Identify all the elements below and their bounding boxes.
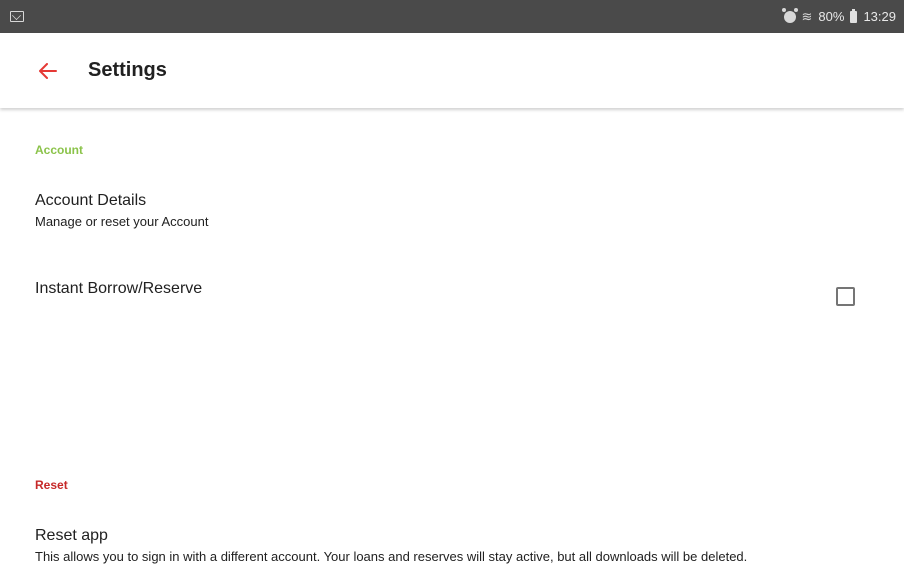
mail-icon: [10, 11, 24, 22]
content-gap: [0, 312, 904, 462]
wifi-icon: ≋: [801, 8, 813, 24]
reset-app-item[interactable]: Reset app This allows you to sign in wit…: [35, 527, 884, 565]
instant-borrow-checkbox[interactable]: [836, 287, 855, 306]
instant-borrow-title: Instant Borrow/Reserve: [35, 280, 203, 297]
status-bar: ≋ 80% 13:29: [0, 0, 904, 33]
page-title: Settings: [88, 59, 167, 81]
alarm-icon: [781, 7, 798, 23]
battery-icon: [850, 8, 858, 23]
account-details-subtitle: Manage or reset your Account: [35, 214, 209, 229]
section-header-account: Account: [35, 143, 83, 157]
account-details-title: Account Details: [35, 192, 147, 209]
back-button[interactable]: [28, 51, 68, 91]
status-time: 13:29: [863, 9, 896, 24]
app-bar: Settings: [0, 33, 904, 108]
battery-percent: 80%: [818, 9, 845, 24]
instant-borrow-item[interactable]: Instant Borrow/Reserve: [35, 280, 884, 298]
section-header-reset: Reset: [35, 478, 68, 492]
reset-app-subtitle: This allows you to sign in with a differ…: [35, 549, 748, 564]
reset-app-title: Reset app: [35, 527, 108, 544]
arrow-left-icon: [39, 62, 57, 79]
account-details-item[interactable]: Account Details Manage or reset your Acc…: [35, 192, 884, 230]
